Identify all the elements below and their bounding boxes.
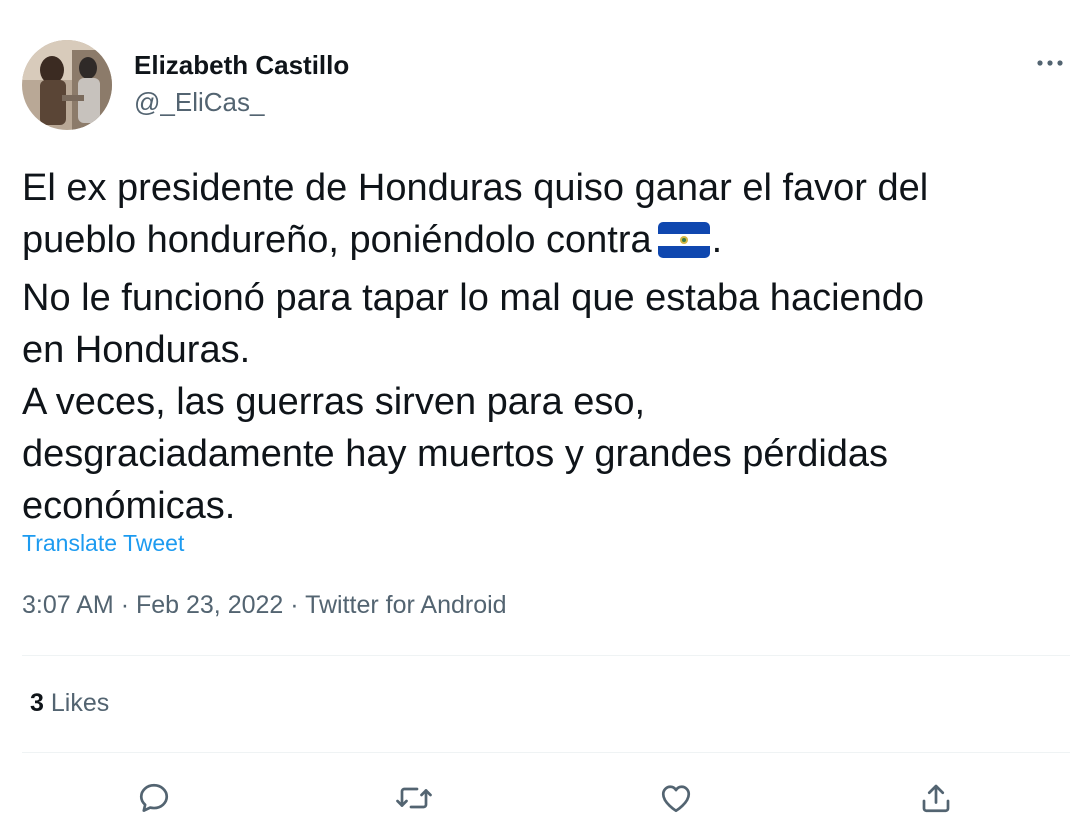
tweet-line: pueblo hondureño, poniéndolo contra .	[22, 214, 1062, 272]
tweet-line: económicas.	[22, 485, 236, 527]
tweet-source[interactable]: Twitter for Android	[305, 591, 506, 619]
divider	[22, 655, 1070, 656]
el-salvador-flag-icon	[657, 220, 710, 272]
tweet-time[interactable]: 3:07 AM	[22, 591, 114, 619]
tweet-meta: 3:07 AM · Feb 23, 2022 · Twitter for And…	[22, 591, 507, 620]
more-icon	[1037, 60, 1063, 66]
tweet-line: desgraciadamente hay muertos y grandes p…	[22, 433, 889, 475]
tweet-text: El ex presidente de Honduras quiso ganar…	[22, 162, 1062, 532]
tweet-line: No le funcionó para tapar lo mal que est…	[22, 277, 925, 319]
tweet-line-text: pueblo hondureño, poniéndolo contra	[22, 219, 652, 261]
tweet-line-text: .	[711, 219, 723, 261]
tweet-line: El ex presidente de Honduras quiso ganar…	[22, 167, 929, 209]
display-name[interactable]: Elizabeth Castillo	[134, 50, 349, 81]
retweet-icon	[396, 787, 432, 809]
tweet-date[interactable]: Feb 23, 2022	[136, 591, 283, 619]
translate-tweet-link[interactable]: Translate Tweet	[22, 530, 184, 557]
avatar[interactable]	[22, 40, 112, 130]
reply-button[interactable]	[134, 778, 174, 818]
tweet-line: en Honduras.	[22, 329, 251, 371]
likes-stat[interactable]: 3 Likes	[30, 689, 109, 718]
meta-separator: ·	[290, 591, 299, 619]
reply-icon	[139, 783, 169, 812]
share-icon	[922, 784, 950, 813]
more-options-button[interactable]	[1030, 48, 1070, 78]
share-button[interactable]	[916, 778, 956, 818]
retweet-button[interactable]	[394, 778, 434, 818]
meta-separator: ·	[120, 591, 130, 619]
likes-count: 3	[30, 689, 44, 717]
user-handle[interactable]: @_EliCas_	[134, 87, 264, 118]
divider	[22, 752, 1070, 753]
like-button[interactable]	[656, 778, 696, 818]
heart-icon	[661, 785, 691, 813]
likes-label: Likes	[50, 689, 110, 717]
tweet-line: A veces, las guerras sirven para eso,	[22, 381, 646, 423]
